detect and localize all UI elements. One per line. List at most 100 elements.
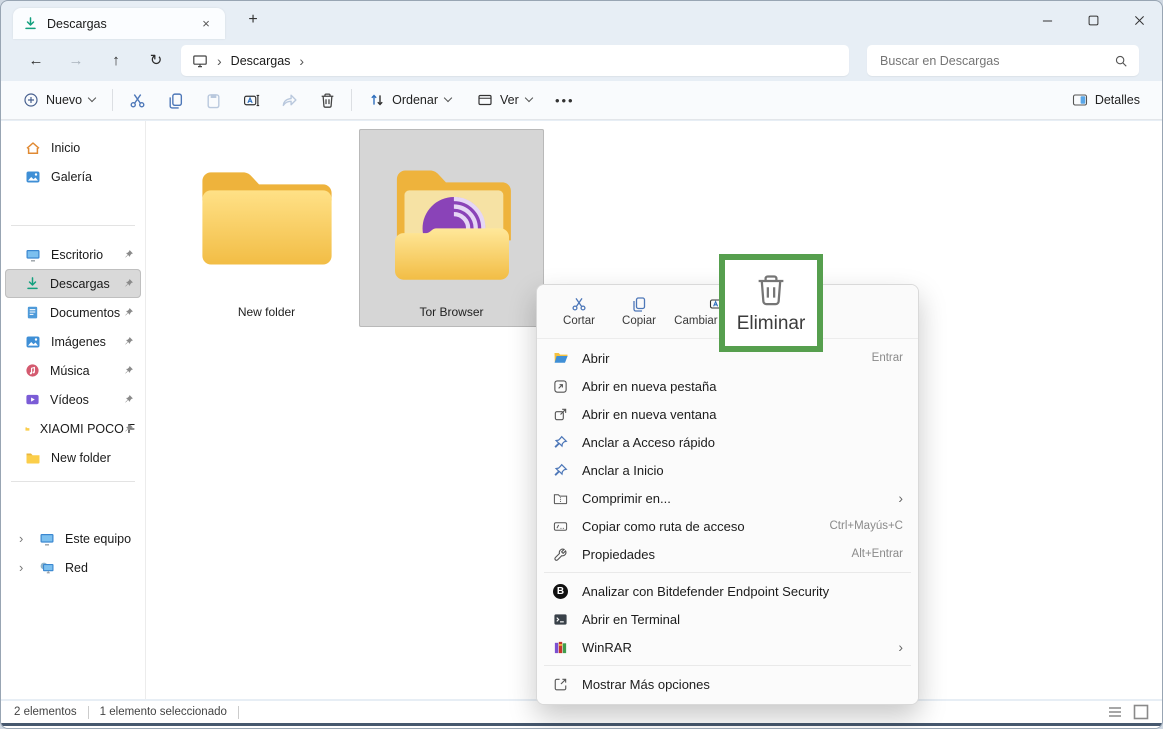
cut-menu-button[interactable]: Cortar [549,296,609,327]
paste-icon [205,92,222,109]
new-tab-button[interactable]: + [241,8,265,32]
music-icon [25,363,40,378]
cut-button[interactable] [122,85,152,115]
minimize-button[interactable] [1024,1,1070,39]
delete-button[interactable] [312,85,342,115]
sidebar-item-descargas[interactable]: Descargas [5,269,141,298]
more-options-button[interactable]: ••• [550,85,580,115]
address-bar[interactable]: › Descargas › [181,45,849,76]
sidebar-item-inicio[interactable]: Inicio [5,133,141,162]
expand-chevron-icon[interactable]: › [19,531,29,546]
close-button[interactable] [1116,1,1162,39]
folder-icon [25,421,30,437]
menu-item-label: Abrir [582,351,609,366]
view-toggles [1107,704,1149,720]
details-view-icon[interactable] [1107,705,1123,719]
menu-item-label: Propiedades [582,547,655,562]
file-name: New folder [238,305,295,319]
share-icon [281,92,298,109]
view-button-label: Ver [500,93,519,107]
submenu-chevron-icon: › [898,490,903,506]
cut-icon [571,296,587,312]
tab-close-icon[interactable]: × [197,15,215,33]
sidebar-item-label: Documentos [50,306,120,320]
menu-item-comprimir[interactable]: Comprimir en... › [542,484,913,512]
menu-item-anclar-inicio[interactable]: Anclar a Inicio [542,456,913,484]
folder-icon [191,129,343,305]
sidebar-item-documentos[interactable]: Documentos [5,298,141,327]
details-pane-button[interactable]: Detalles [1064,85,1148,115]
pin-icon [123,365,134,376]
copy-icon [631,296,647,312]
sidebar-item-escritorio[interactable]: Escritorio [5,240,141,269]
pin-icon [552,462,569,479]
delete-highlight-annotation[interactable]: Eliminar [719,254,823,352]
file-tile-new-folder[interactable]: New folder [174,129,359,327]
rename-button[interactable] [236,85,266,115]
sidebar-item-imagenes[interactable]: Imágenes [5,327,141,356]
search-box[interactable] [867,45,1139,76]
menu-item-abrir-terminal[interactable]: Abrir en Terminal [542,605,913,633]
copy-button[interactable] [160,85,190,115]
status-divider [238,706,239,719]
sidebar-item-label: Red [65,561,88,575]
gallery-icon [25,169,41,185]
sidebar-item-videos[interactable]: Vídeos [5,385,141,414]
sort-button[interactable]: Ordenar [361,85,459,115]
sidebar-item-label: New folder [51,451,111,465]
sidebar-item-este-equipo[interactable]: › Este equipo [5,524,141,553]
menu-item-label: Anclar a Acceso rápido [582,435,715,450]
menu-item-anclar-acceso-rapido[interactable]: Anclar a Acceso rápido [542,428,913,456]
chevron-down-icon [444,94,452,102]
sidebar-item-label: Este equipo [65,532,131,546]
copy-menu-button[interactable]: Copiar [609,296,669,327]
menu-divider [544,665,911,666]
wrench-icon [552,546,569,563]
cut-icon [129,92,146,109]
sidebar-item-label: Escritorio [51,248,103,262]
menu-item-copiar-ruta[interactable]: Copiar como ruta de acceso Ctrl+Mayús+C [542,512,913,540]
menu-item-shortcut: Alt+Entrar [852,548,903,560]
video-icon [25,392,40,407]
sidebar-item-label: Música [50,364,90,378]
tab-descargas[interactable]: Descargas × [13,8,225,39]
forward-button[interactable]: → [63,47,89,73]
pin-icon [123,307,134,318]
new-button[interactable]: Nuevo [15,85,103,115]
menu-divider [544,572,911,573]
network-icon [39,560,55,576]
menu-item-abrir-nueva-ventana[interactable]: Abrir en nueva ventana [542,400,913,428]
sidebar-item-red[interactable]: › Red [5,553,141,582]
details-pane-icon [1072,92,1088,108]
view-button[interactable]: Ver [469,85,540,115]
tor-browser-folder-icon [376,129,528,305]
menu-item-bitdefender[interactable]: B Analizar con Bitdefender Endpoint Secu… [542,577,913,605]
menu-item-mostrar-mas-opciones[interactable]: Mostrar Más opciones [542,670,913,698]
menu-item-winrar[interactable]: WinRAR › [542,633,913,661]
refresh-button[interactable]: ↻ [143,47,169,73]
open-in-window-icon [552,406,569,423]
quick-action-label: Cortar [563,315,595,327]
download-icon [23,16,38,31]
up-button[interactable]: ↑ [103,47,129,73]
expand-chevron-icon[interactable]: › [19,560,29,575]
breadcrumb-chevron-icon[interactable]: › [299,53,304,69]
menu-item-shortcut: Entrar [872,352,903,364]
menu-item-label: Abrir en nueva ventana [582,407,716,422]
breadcrumb-location[interactable]: Descargas [231,54,291,68]
sidebar-item-new-folder[interactable]: New folder [5,443,141,472]
file-tile-tor-browser[interactable]: Tor Browser [359,129,544,327]
sidebar-item-xiaomi-poco[interactable]: XIAOMI POCO F [5,414,141,443]
large-icons-view-icon[interactable] [1133,704,1149,720]
menu-item-label: Copiar como ruta de acceso [582,519,745,534]
breadcrumb-chevron-icon: › [217,53,222,69]
maximize-button[interactable] [1070,1,1116,39]
back-button[interactable]: ← [23,47,49,73]
menu-item-label: Comprimir en... [582,491,671,506]
menu-item-abrir-nueva-pestana[interactable]: Abrir en nueva pestaña [542,372,913,400]
search-input[interactable] [878,53,1114,69]
more-options-icon [552,676,569,693]
sidebar-item-musica[interactable]: Música [5,356,141,385]
sidebar-item-galeria[interactable]: Galería [5,162,141,191]
menu-item-propiedades[interactable]: Propiedades Alt+Entrar [542,540,913,568]
